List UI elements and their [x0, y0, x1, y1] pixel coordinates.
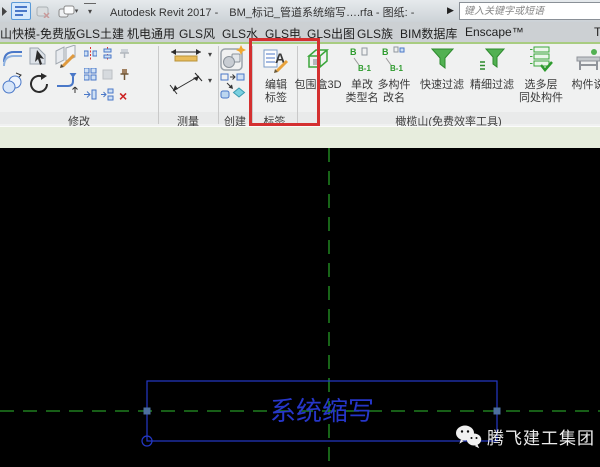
tab-gls-zu[interactable]: GLS族: [357, 25, 393, 42]
svg-text:B-1: B-1: [358, 64, 371, 73]
unpin-icon[interactable]: [118, 47, 131, 65]
offset-icon[interactable]: [2, 47, 24, 72]
switch-windows-icon[interactable]: ▾: [55, 3, 81, 19]
array-join-icon[interactable]: [101, 88, 114, 106]
measure-angular-dropdown-icon[interactable]: ▾: [208, 76, 212, 85]
trim-extend-icon[interactable]: [27, 45, 50, 73]
drawing-area[interactable]: 系统缩写 腾飞建工集团: [0, 148, 600, 467]
align-icon[interactable]: [84, 47, 97, 65]
title-bar: ▾ ▾ Autodesk Revit 2017 - BM_标记_管道系统缩写….…: [0, 0, 600, 23]
options-bar: [0, 126, 600, 150]
pin-icon[interactable]: [118, 68, 131, 86]
fine-filter-icon: [479, 46, 506, 78]
rename-multi-icon: BB-1: [381, 46, 408, 78]
copy-icon[interactable]: [1, 71, 24, 99]
customize-qat-icon[interactable]: ▾: [84, 3, 96, 20]
tab-kuaimo[interactable]: 山快模-免费版: [0, 25, 76, 42]
svg-text:B: B: [382, 47, 389, 57]
search-go-icon[interactable]: ▶: [447, 5, 454, 16]
measure-linear-dropdown-icon[interactable]: ▾: [208, 50, 212, 59]
move-join-icon[interactable]: [84, 88, 97, 106]
tab-clipped[interactable]: T: [594, 25, 600, 39]
select-multilevel-icon: [528, 46, 555, 78]
system-abbreviation-label[interactable]: 系统缩写: [147, 391, 497, 428]
rotate-icon[interactable]: [28, 71, 51, 99]
measure-angular-icon[interactable]: [168, 71, 206, 100]
inactive-square-icon: [101, 68, 114, 86]
matchtype-grid-icon[interactable]: [84, 68, 97, 86]
tab-enscape[interactable]: Enscape™: [465, 25, 524, 39]
close-inactive-icon[interactable]: [34, 3, 52, 19]
red-highlight-box: [249, 38, 320, 126]
component-info-icon: [575, 46, 600, 78]
svg-text:B: B: [350, 47, 357, 57]
tab-jidian[interactable]: 机电通用: [127, 25, 175, 42]
trim-corner-icon[interactable]: [55, 71, 78, 99]
watermark: 腾飞建工集团: [455, 424, 595, 449]
window-title: Autodesk Revit 2017 - BM_标记_管道系统缩写….rfa …: [110, 4, 410, 20]
delete-icon[interactable]: ×: [119, 90, 127, 102]
overflow-arrow-icon[interactable]: [0, 3, 8, 19]
wechat-icon: [455, 424, 482, 449]
svg-text:B-1: B-1: [390, 64, 403, 73]
tab-bim-db[interactable]: BIM数据库: [400, 25, 457, 42]
measure-linear-icon[interactable]: [168, 47, 206, 69]
distribute-icon[interactable]: [101, 47, 114, 65]
search-input[interactable]: [459, 2, 600, 20]
rename-multi-button[interactable]: BB-1 多构件 改名: [374, 44, 414, 112]
tab-gls-tujian[interactable]: GLS土建: [76, 25, 124, 42]
watermark-text: 腾飞建工集团: [487, 424, 595, 449]
thin-lines-toggle-icon[interactable]: [11, 2, 31, 20]
component-info-button[interactable]: 构件说: [566, 44, 600, 112]
tab-gls-feng[interactable]: GLS风: [179, 25, 215, 42]
split-element-icon[interactable]: [54, 45, 78, 73]
revit-window: ▾ ▾ Autodesk Revit 2017 - BM_标记_管道系统缩写….…: [0, 0, 600, 467]
quick-filter-icon: [429, 46, 456, 78]
type-map-icon[interactable]: [220, 73, 247, 105]
fine-filter-button[interactable]: 精细过滤: [468, 44, 516, 112]
rename-single-type-icon: BB-1: [349, 46, 376, 78]
select-multilevel-button[interactable]: 选多层 同处构件: [518, 44, 564, 112]
quick-access-toolbar: ▾ ▾: [0, 2, 99, 20]
quick-filter-button[interactable]: 快速过滤: [418, 44, 466, 112]
